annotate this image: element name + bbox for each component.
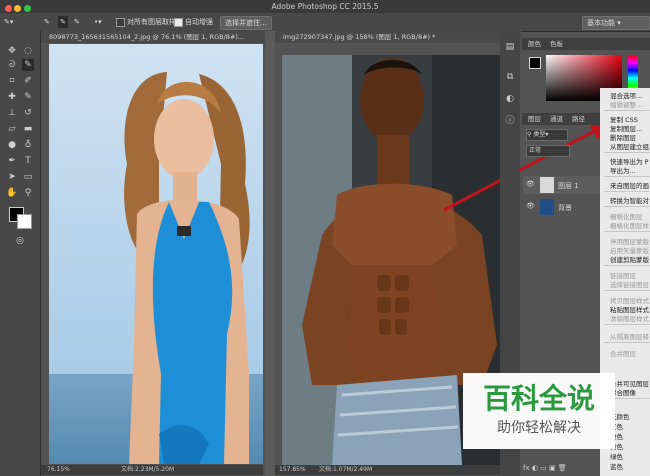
hand-tool-icon[interactable]: ✋ xyxy=(6,187,18,199)
status-bar-1: 76.15% 文档:2.23M/5.20M xyxy=(41,465,263,475)
type-tool-icon[interactable]: T xyxy=(22,155,34,167)
quick-select-preset-icon[interactable]: ✎▾ xyxy=(4,16,13,28)
menu-item[interactable]: 创建剪贴蒙版 xyxy=(610,254,649,264)
blur-tool-icon[interactable]: ● xyxy=(6,139,18,151)
tab-channels[interactable]: 通道 xyxy=(550,113,563,125)
tab-color[interactable]: 颜色 xyxy=(528,38,541,50)
zoom-level-2[interactable]: 157.85% xyxy=(279,465,306,475)
blend-mode-select[interactable]: 正常 xyxy=(526,145,570,157)
info-panel-icon[interactable]: ⓘ xyxy=(504,115,516,127)
woman-photo xyxy=(49,44,263,464)
visibility-eye-icon[interactable]: 👁 xyxy=(526,180,535,188)
menu-item[interactable]: 绿色 xyxy=(610,451,623,461)
watermark-box: 百科全说 助你轻松解决 xyxy=(463,373,615,449)
menu-item[interactable]: 导出为... xyxy=(610,165,636,175)
panel-foreground-swatch[interactable] xyxy=(529,57,541,69)
subtract-selection-icon[interactable]: ✎ xyxy=(74,16,80,28)
document-divider xyxy=(265,31,275,476)
new-selection-icon[interactable]: ✎ xyxy=(44,16,50,28)
gradient-tool-icon[interactable]: ▬ xyxy=(22,123,34,135)
layer-row-layer1[interactable]: 👁 图层 1 xyxy=(523,176,600,194)
menu-item[interactable]: 从隔离图层释 xyxy=(610,331,649,341)
document-tab-2[interactable]: img272907347.jpg @ 158% (图层 1, RGB/8#) * xyxy=(275,31,521,43)
properties-panel-icon[interactable]: ⧉ xyxy=(504,71,516,83)
visibility-eye-icon[interactable]: 👁 xyxy=(526,202,535,210)
eyedropper-tool-icon[interactable]: ✐ xyxy=(22,75,34,87)
lasso-tool-icon[interactable]: ᘐ xyxy=(6,59,18,71)
brush-size-icon[interactable]: •▾ xyxy=(94,16,102,28)
sample-all-layers-checkbox[interactable]: 对所有图层取样 xyxy=(116,16,176,28)
color-panel-tabs: 颜色 色板 xyxy=(522,38,650,50)
brush-tool-icon[interactable]: ✎ xyxy=(22,91,34,103)
layer-row-background[interactable]: 👁 背景 xyxy=(523,198,600,216)
doc-size-2: 文档:1.07M/2.49M xyxy=(319,466,373,473)
quick-mask-icon[interactable]: ◎ xyxy=(14,235,26,247)
crop-tool-icon[interactable]: ⌗ xyxy=(6,75,18,87)
zoom-tool-icon[interactable]: ⚲ xyxy=(22,187,34,199)
app-title: Adobe Photoshop CC 2015.5 xyxy=(271,2,379,11)
auto-enhance-checkbox[interactable]: 自动增强 xyxy=(174,16,213,28)
menu-item[interactable]: 选择链接图层 xyxy=(610,279,649,289)
layer-kind-filter[interactable]: ⚲ 类型▾ xyxy=(526,129,568,141)
watermark-subtitle: 助你轻松解决 xyxy=(497,420,581,436)
layers-footer-icons[interactable]: fx ◐ ▭ ▣ 🗑 xyxy=(523,464,600,474)
watermark-title: 百科全说 xyxy=(482,382,595,415)
zoom-level-1[interactable]: 76.15% xyxy=(47,465,70,475)
add-selection-icon[interactable]: ✎ xyxy=(58,16,68,28)
doc-size-1: 文档:2.23M/5.20M xyxy=(121,466,175,473)
adjustments-panel-icon[interactable]: ◐ xyxy=(504,93,516,105)
quick-select-tool-icon[interactable]: ✎ xyxy=(22,59,34,71)
path-select-tool-icon[interactable]: ➤ xyxy=(6,171,18,183)
pen-tool-icon[interactable]: ✒ xyxy=(6,155,18,167)
tools-panel: ✥ ◌ ᘐ ✎ ⌗ ✐ ✚ ✎ ⊥ ↺ ▱ ▬ ● ♁ ✒ T ➤ ▭ ✋ ⚲ … xyxy=(0,31,41,476)
tab-paths[interactable]: 路径 xyxy=(572,113,585,125)
history-brush-icon[interactable]: ↺ xyxy=(22,107,34,119)
menu-item[interactable]: 蓝色 xyxy=(610,461,623,471)
eraser-tool-icon[interactable]: ▱ xyxy=(6,123,18,135)
layer-thumbnail xyxy=(540,199,554,215)
healing-tool-icon[interactable]: ✚ xyxy=(6,91,18,103)
menu-item[interactable]: 编辑调整... xyxy=(610,99,642,109)
document-tab-1[interactable]: 8098773_165631565104_2.jpg @ 76.1% (图层 1… xyxy=(41,31,271,43)
select-and-mask-button[interactable]: 选择并遮住... xyxy=(220,16,272,30)
move-tool-icon[interactable]: ✥ xyxy=(6,45,18,57)
background-color-swatch[interactable] xyxy=(17,214,32,229)
history-panel-icon[interactable]: ▤ xyxy=(504,41,516,53)
options-bar: ✎▾ ✎ ✎ ✎ •▾ 对所有图层取样 自动增强 选择并遮住... 基本功能 ▾ xyxy=(0,13,650,32)
document-canvas-1[interactable] xyxy=(49,44,263,464)
menu-item[interactable]: 合并图层 xyxy=(610,348,636,358)
status-bar-2: 157.85% 文档:1.07M/2.49M xyxy=(275,465,513,475)
shape-tool-icon[interactable]: ▭ xyxy=(22,171,34,183)
tab-swatches[interactable]: 色板 xyxy=(550,38,563,50)
menu-item[interactable]: 来自图层的画 xyxy=(610,180,649,190)
menu-item[interactable]: 转换为智能对 xyxy=(610,195,649,205)
workspace-select[interactable]: 基本功能 ▾ xyxy=(582,16,650,30)
tab-layers[interactable]: 图层 xyxy=(528,113,541,125)
marquee-tool-icon[interactable]: ◌ xyxy=(22,45,34,57)
title-bar: Adobe Photoshop CC 2015.5 xyxy=(0,0,650,13)
dodge-tool-icon[interactable]: ♁ xyxy=(22,139,34,151)
layers-panel-tabs: 图层 通道 路径 xyxy=(522,113,600,125)
layer-name: 图层 1 xyxy=(558,182,579,190)
menu-item[interactable]: 从图层建立组... xyxy=(610,141,650,151)
menu-item[interactable]: 清除图层样式 xyxy=(610,313,649,323)
layer-thumbnail xyxy=(540,177,554,193)
stamp-tool-icon[interactable]: ⊥ xyxy=(6,107,18,119)
layer-name: 背景 xyxy=(558,204,572,212)
menu-item[interactable]: 栅格化图层样 xyxy=(610,220,649,230)
